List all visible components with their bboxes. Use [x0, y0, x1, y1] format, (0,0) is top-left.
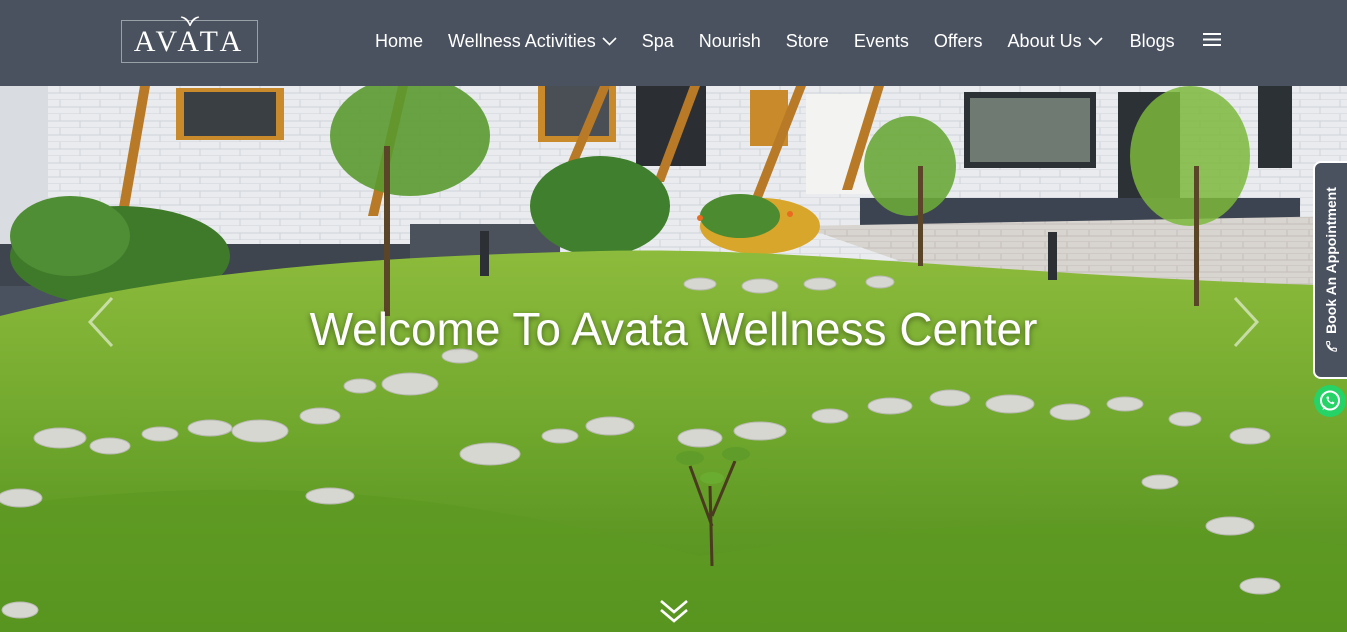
book-appointment-label-wrap: Book An Appointment	[1323, 187, 1339, 353]
nav-label: Home	[375, 31, 424, 51]
chevron-down-icon	[602, 37, 617, 46]
site-header: AVATA Home Wellness Activities Spa Nouri…	[0, 0, 1347, 86]
whatsapp-icon	[1314, 385, 1346, 417]
nav-item-nourish[interactable]: Nourish	[699, 31, 761, 52]
chevron-right-icon	[1233, 296, 1260, 348]
logo-text: AVATA	[133, 24, 246, 58]
logo[interactable]: AVATA	[121, 16, 258, 63]
hero-title: Welcome To Avata Wellness Center	[309, 303, 1038, 355]
nav-item-about-us[interactable]: About Us	[1008, 31, 1103, 52]
nav-label: Store	[785, 31, 829, 51]
leaf-icon	[180, 16, 200, 27]
nav-label: Wellness Activities	[448, 31, 596, 51]
whatsapp-button[interactable]	[1314, 385, 1346, 422]
double-chevron-down-icon	[660, 600, 688, 623]
menu-toggle-button[interactable]	[1203, 32, 1221, 52]
hero-background-image	[0, 86, 1347, 632]
nav-item-store[interactable]: Store	[786, 31, 829, 52]
chevron-down-icon	[1088, 37, 1103, 46]
nav-item-home[interactable]: Home	[375, 31, 423, 52]
book-appointment-tab[interactable]: Book An Appointment	[1313, 161, 1347, 379]
nav-label: Nourish	[698, 31, 761, 51]
nav-item-events[interactable]: Events	[854, 31, 909, 52]
hero-banner: Welcome To Avata Wellness Center	[0, 86, 1347, 632]
phone-icon	[1325, 340, 1337, 352]
carousel-prev-button[interactable]	[86, 296, 116, 353]
nav-label: About Us	[1007, 31, 1082, 51]
chevron-left-icon	[87, 296, 114, 348]
scroll-down-button[interactable]	[658, 598, 690, 629]
hamburger-icon	[1203, 33, 1221, 46]
nav-label: Spa	[641, 31, 674, 51]
carousel-next-button[interactable]	[1231, 296, 1261, 353]
nav-item-offers[interactable]: Offers	[934, 31, 983, 52]
nav-item-blogs[interactable]: Blogs	[1130, 31, 1175, 52]
main-nav: Home Wellness Activities Spa Nourish Sto…	[375, 31, 1175, 52]
nav-label: Events	[853, 31, 909, 51]
nav-label: Blogs	[1129, 31, 1175, 51]
nav-item-wellness-activities[interactable]: Wellness Activities	[448, 31, 617, 52]
nav-item-spa[interactable]: Spa	[642, 31, 674, 52]
book-appointment-label: Book An Appointment	[1323, 187, 1339, 334]
nav-label: Offers	[933, 31, 983, 51]
